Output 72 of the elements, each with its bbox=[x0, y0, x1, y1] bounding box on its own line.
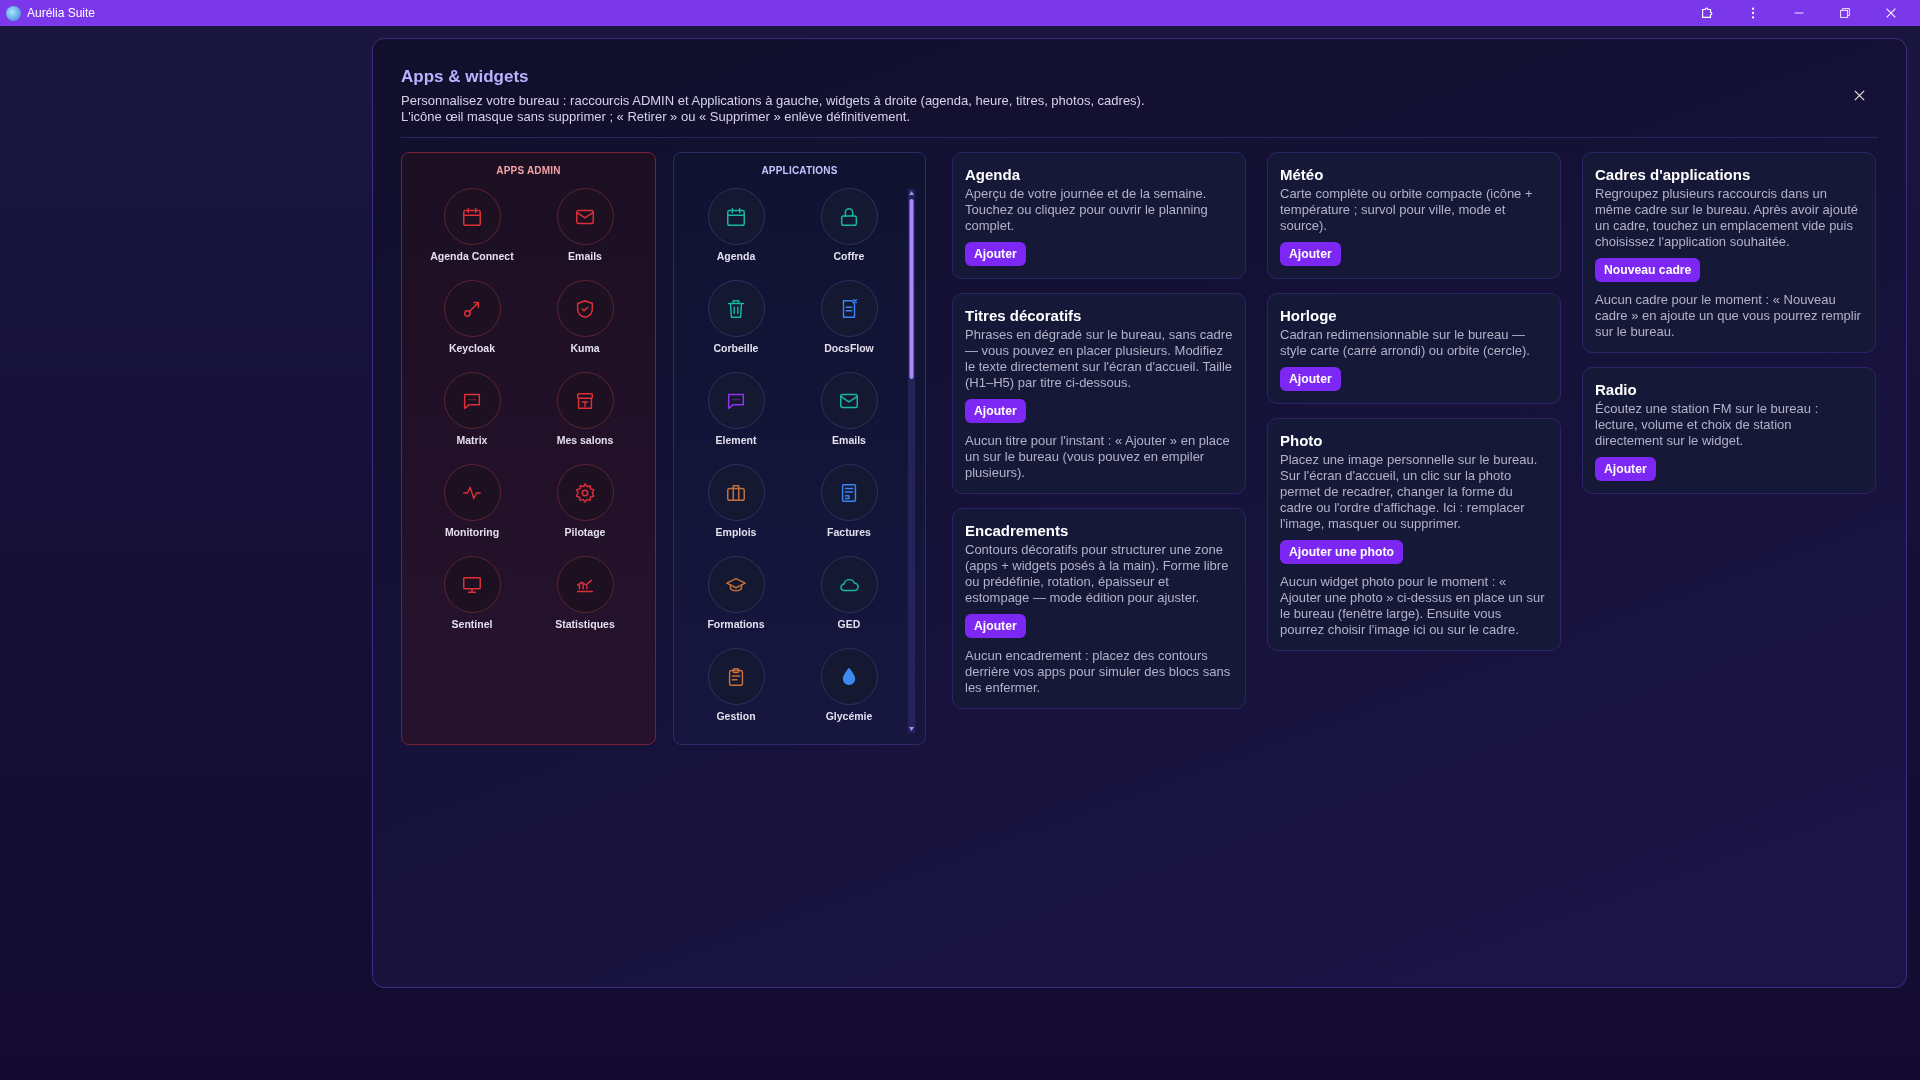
app-label: Keycloak bbox=[448, 342, 496, 354]
add-button[interactable]: Ajouter bbox=[965, 242, 1026, 266]
app-label: Element bbox=[715, 434, 757, 446]
app-label: Emails bbox=[568, 250, 602, 262]
card-title: Cadres d'applications bbox=[1595, 166, 1752, 183]
card-note: Aucun encadrement : placez des contours derrière vos apps pour simuler des blocs sans les enfermer. bbox=[965, 648, 1232, 696]
card-title: Horloge bbox=[1280, 307, 1338, 324]
app-button[interactable] bbox=[443, 188, 501, 245]
app-label: Matrix bbox=[456, 434, 488, 446]
add-button[interactable]: Ajouter bbox=[965, 399, 1026, 423]
card-description: Contours décoratifs pour structurer une zone (apps + widgets posés à la main). Forme libre ou prédéfinie, rotation, épaisseur et estompage — mode édition pour ajuster. bbox=[965, 542, 1230, 606]
card-description: Placez une image personnelle sur le bureau. Sur l'écran d'accueil, un clic sur la photo permet de recadrer, changer la forme du cadre ou l'ordre d'affichage. Ici : remplacer l'image, masquer ou supprimer. bbox=[1280, 452, 1539, 532]
card-title: Radio bbox=[1595, 381, 1638, 398]
app-label: Emails bbox=[832, 434, 866, 446]
card-note: Aucun cadre pour le moment : « Nouveau cadre » en ajoute un que vous pourrez remplir sur le bureau. bbox=[1595, 292, 1862, 340]
restore-icon bbox=[1838, 6, 1852, 20]
app-label: Statistiques bbox=[555, 618, 615, 630]
card-title: Photo bbox=[1280, 432, 1324, 449]
card-description: Regroupez plusieurs raccourcis dans un même cadre sur le bureau. Après avoir ajouté un cadre, touchez un emplacement vide puis choisissez l'application souhaitée. bbox=[1595, 186, 1860, 250]
dialog-description: L'icône œil masque sans supprimer ; « Retirer » ou « Supprimer » enlève définitivement. bbox=[401, 109, 910, 125]
app-label: Corbeille bbox=[713, 342, 759, 354]
card-description: Carte complète ou orbite compacte (icône + température ; survol pour ville, mode et source). bbox=[1280, 186, 1534, 234]
app-button[interactable] bbox=[556, 372, 614, 429]
card-note: Aucun widget photo pour le moment : « Ajouter une photo » ci-dessus en place un sur le bureau (fenêtre large). Ensuite vous pourrez choisir l'image ici ou sur le cadre. bbox=[1280, 574, 1546, 638]
app-label: Agenda Connect bbox=[430, 250, 514, 262]
card-description: Cadran redimensionnable sur le bureau — style carte (carré arrondi) ou orbite (cercle). bbox=[1280, 327, 1531, 359]
app-label: Formations bbox=[707, 618, 765, 630]
app-button[interactable] bbox=[707, 280, 765, 337]
add-button[interactable]: Ajouter bbox=[1280, 367, 1341, 391]
window-title: Aurélia Suite bbox=[27, 6, 96, 20]
card-note: Aucun titre pour l'instant : « Ajouter » en place un sur le bureau (vous pouvez en empiler plusieurs). bbox=[965, 433, 1231, 481]
app-label: Mes salons bbox=[556, 434, 614, 446]
app-button[interactable] bbox=[820, 372, 878, 429]
app-logo bbox=[6, 5, 21, 21]
app-label: Glycémie bbox=[825, 710, 873, 722]
app-label: Sentinel bbox=[451, 618, 493, 630]
dialog-description: Personnalisez votre bureau : raccourcis ADMIN et Applications à gauche, widgets à droite (agenda, heure, titres, photos, cadres). bbox=[401, 93, 1145, 109]
app-label: Coffre bbox=[833, 250, 865, 262]
shield-icon bbox=[574, 297, 596, 320]
card-description: Aperçu de votre journée et de la semaine. Touchez ou cliquez pour ouvrir le planning complet. bbox=[965, 186, 1209, 234]
add-button[interactable]: Ajouter une photo bbox=[1280, 540, 1403, 564]
panel-heading: APPS ADMIN bbox=[495, 165, 562, 176]
gear-icon bbox=[574, 481, 596, 504]
add-button[interactable]: Nouveau cadre bbox=[1595, 258, 1701, 282]
app-label: GED bbox=[837, 618, 861, 630]
scrollbar[interactable] bbox=[908, 189, 915, 733]
app-label: Kuma bbox=[570, 342, 600, 354]
app-button[interactable] bbox=[556, 188, 614, 245]
card-description: Écoutez une station FM sur le bureau : lecture, volume et choix de station directement sur le widget. bbox=[1595, 401, 1820, 449]
app-label: Monitoring bbox=[444, 526, 500, 538]
card-title: Agenda bbox=[965, 166, 1021, 183]
add-button[interactable]: Ajouter bbox=[1280, 242, 1341, 266]
app-button[interactable] bbox=[556, 464, 614, 521]
card-title: Météo bbox=[1280, 166, 1325, 183]
add-button[interactable]: Ajouter bbox=[1595, 457, 1656, 481]
card-title: Encadrements bbox=[965, 522, 1070, 539]
close-icon bbox=[1853, 89, 1866, 102]
card-title: Titres décoratifs bbox=[965, 307, 1083, 324]
close-icon bbox=[1884, 6, 1898, 20]
card-description: Phrases en dégradé sur le bureau, sans cadre — vous pouvez en placer plusieurs. Modifiez le texte directement sur l'écran d'accueil. Taille (H1–H5) par titre ci-dessous. bbox=[965, 327, 1233, 391]
app-label: Emplois bbox=[715, 526, 757, 538]
app-label: DocsFlow bbox=[824, 342, 874, 354]
app-label: Factures bbox=[827, 526, 871, 538]
add-button[interactable]: Ajouter bbox=[965, 614, 1026, 638]
calendar-icon bbox=[461, 205, 483, 228]
dialog-title: Apps & widgets bbox=[401, 67, 530, 87]
app-label: Gestion bbox=[716, 710, 756, 722]
app-button[interactable] bbox=[820, 188, 878, 245]
puzzle-icon bbox=[1700, 6, 1714, 20]
panel-heading: APPLICATIONS bbox=[760, 165, 839, 176]
app-label: Agenda bbox=[716, 250, 756, 262]
app-label: Pilotage bbox=[564, 526, 606, 538]
